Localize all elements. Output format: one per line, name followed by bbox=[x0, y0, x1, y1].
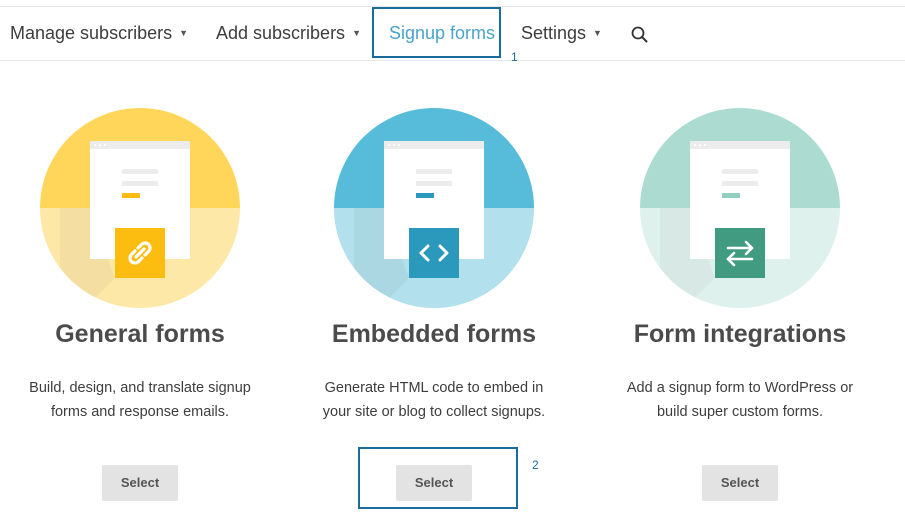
general-forms-illustration bbox=[40, 108, 240, 308]
caret-down-icon: ▼ bbox=[179, 28, 189, 38]
card-title: Form integrations bbox=[633, 320, 847, 348]
card-title: General forms bbox=[55, 320, 225, 348]
card-embedded-forms: Embedded forms Generate HTML code to emb… bbox=[294, 100, 594, 512]
card-description: Build, design, and translate signup form… bbox=[29, 380, 251, 420]
link-icon bbox=[115, 228, 165, 278]
embedded-forms-illustration bbox=[334, 108, 534, 308]
marker-number-2: 2 bbox=[532, 458, 539, 472]
select-form-integrations-button[interactable]: Select bbox=[702, 465, 778, 501]
card-description: Add a signup form to WordPress or build … bbox=[626, 380, 854, 420]
card-form-integrations: Form integrations Add a signup form to W… bbox=[600, 100, 900, 512]
card-general-forms: General forms Build, design, and transla… bbox=[0, 100, 300, 512]
swap-arrows-icon bbox=[715, 228, 765, 278]
caret-down-icon: ▼ bbox=[352, 28, 361, 38]
nav-label: Add subscribers bbox=[216, 23, 346, 43]
nav-label: Signup forms bbox=[389, 23, 496, 43]
code-icon bbox=[409, 228, 459, 278]
marker-number-1: 1 bbox=[511, 50, 518, 64]
nav-manage-subscribers[interactable]: Manage subscribers ▼ bbox=[10, 7, 188, 61]
nav-label: Settings bbox=[521, 23, 587, 43]
card-title: Embedded forms bbox=[331, 320, 537, 348]
select-general-forms-button[interactable]: Select bbox=[102, 465, 178, 501]
nav-add-subscribers[interactable]: Add subscribers ▼ bbox=[216, 7, 361, 61]
nav-signup-forms[interactable]: Signup forms bbox=[389, 7, 495, 61]
form-integrations-illustration bbox=[640, 108, 840, 308]
nav-settings[interactable]: Settings ▼ bbox=[521, 7, 602, 61]
caret-down-icon: ▼ bbox=[593, 28, 602, 38]
search-icon[interactable] bbox=[630, 25, 650, 45]
select-embedded-forms-button[interactable]: Select bbox=[396, 465, 472, 501]
main-nav: Manage subscribers ▼ Add subscribers ▼ Sig… bbox=[0, 7, 905, 61]
card-description: Generate HTML code to embed in your site… bbox=[322, 380, 546, 420]
nav-label: Manage subscribers bbox=[10, 23, 173, 43]
